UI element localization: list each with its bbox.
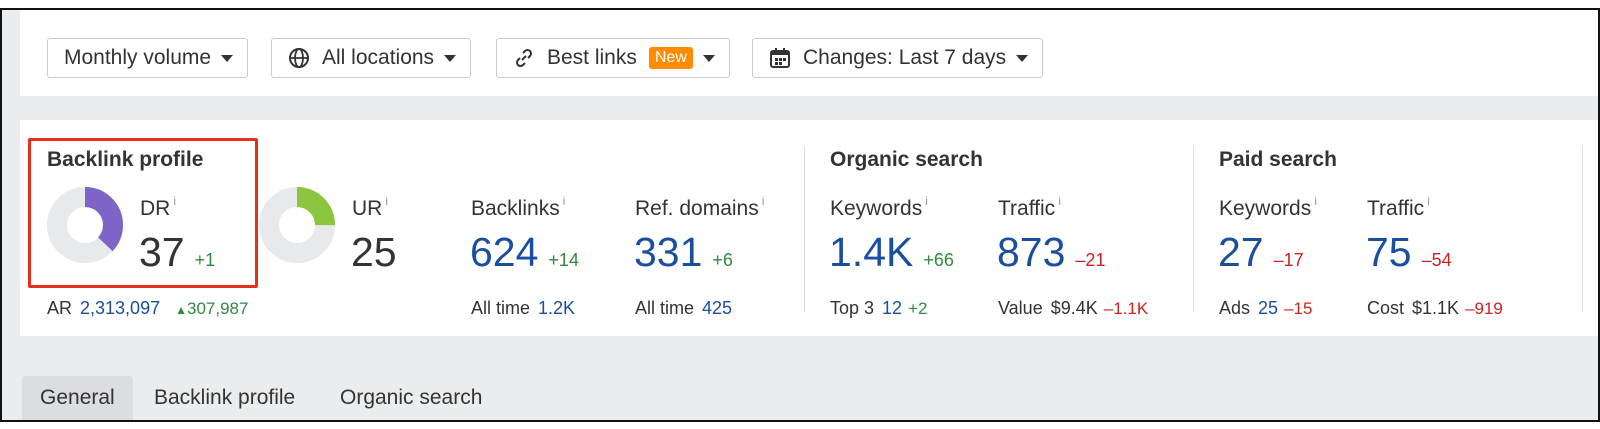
organic-traffic-value: 873 –21 [997, 229, 1106, 275]
tab-backlink-profile[interactable]: Backlink profile [136, 376, 313, 420]
paid-keywords-link[interactable]: 27 [1218, 229, 1264, 275]
backlinks-link[interactable]: 624 [470, 229, 538, 275]
backlinks-value: 624 +14 [470, 229, 579, 275]
paid-keywords-label: Keywords i [1219, 194, 1317, 220]
section-divider [1582, 146, 1583, 312]
organic-keywords-value: 1.4K +66 [829, 229, 954, 275]
info-icon[interactable]: i [1314, 194, 1317, 208]
ar-value[interactable]: 2,313,097 [80, 298, 160, 318]
caret-down-icon [702, 54, 715, 62]
triangle-up-icon: ▲ [175, 303, 187, 317]
organic-traffic-link[interactable]: 873 [997, 229, 1065, 275]
best-links-dropdown[interactable]: Best links New [496, 38, 730, 78]
highlight-box [28, 138, 258, 288]
globe-icon [288, 47, 310, 69]
ur-label: UR i [352, 194, 389, 220]
ref-domains-value: 331 +6 [634, 229, 733, 275]
app-frame: Monthly volume All locations Best links … [0, 8, 1600, 422]
monthly-volume-dropdown[interactable]: Monthly volume [47, 38, 249, 78]
info-icon[interactable]: i [1058, 194, 1061, 208]
ur-donut-chart [259, 187, 335, 263]
filter-toolbar: Monthly volume All locations Best links … [20, 10, 1598, 96]
section-divider [1193, 146, 1194, 312]
info-icon[interactable]: i [385, 194, 388, 208]
ar-row: AR 2,313,097 ▲307,987 [47, 298, 249, 318]
ur-value: 25 [351, 229, 397, 275]
paid-traffic-label: Traffic i [1367, 194, 1430, 220]
info-icon[interactable]: i [762, 194, 765, 208]
organic-search-title: Organic search [830, 148, 983, 171]
ref-domains-label: Ref. domains i [635, 194, 765, 220]
caret-down-icon [1016, 54, 1029, 62]
info-icon[interactable]: i [925, 194, 928, 208]
dropdown-label: All locations [322, 46, 435, 69]
ar-delta: ▲307,987 [175, 299, 249, 318]
tab-organic-search[interactable]: Organic search [322, 376, 500, 420]
calendar-icon [769, 47, 791, 69]
ref-domains-all-time: All time 425 [635, 298, 733, 318]
dropdown-label: Changes: Last 7 days [803, 46, 1007, 69]
link-icon [513, 47, 535, 69]
changes-dropdown[interactable]: Changes: Last 7 days [752, 38, 1044, 78]
ref-domains-link[interactable]: 331 [634, 229, 702, 275]
paid-cost-row: Cost $1.1K –919 [1367, 298, 1503, 318]
paid-traffic-value: 75 –54 [1366, 229, 1452, 275]
info-icon[interactable]: i [1427, 194, 1430, 208]
dropdown-label: Monthly volume [64, 46, 212, 69]
new-badge: New [648, 47, 693, 69]
caret-down-icon [221, 54, 234, 62]
backlinks-label: Backlinks i [471, 194, 566, 220]
paid-traffic-link[interactable]: 75 [1366, 229, 1412, 275]
organic-traffic-label: Traffic i [998, 194, 1061, 220]
locations-dropdown[interactable]: All locations [271, 38, 472, 78]
dropdown-label: Best links [547, 46, 637, 69]
organic-keywords-link[interactable]: 1.4K [829, 229, 913, 275]
tab-general[interactable]: General [22, 376, 133, 420]
info-icon[interactable]: i [563, 194, 566, 208]
organic-traffic-value-row: Value $9.4K –1.1K [998, 298, 1149, 318]
paid-search-title: Paid search [1219, 148, 1337, 171]
organic-keywords-label: Keywords i [830, 194, 928, 220]
backlinks-all-time: All time 1.2K [471, 298, 576, 318]
section-divider [804, 146, 805, 312]
caret-down-icon [444, 54, 457, 62]
organic-top3: Top 3 12 +2 [830, 298, 928, 318]
paid-keywords-value: 27 –17 [1218, 229, 1304, 275]
paid-ads-row: Ads 25 –15 [1219, 298, 1313, 318]
